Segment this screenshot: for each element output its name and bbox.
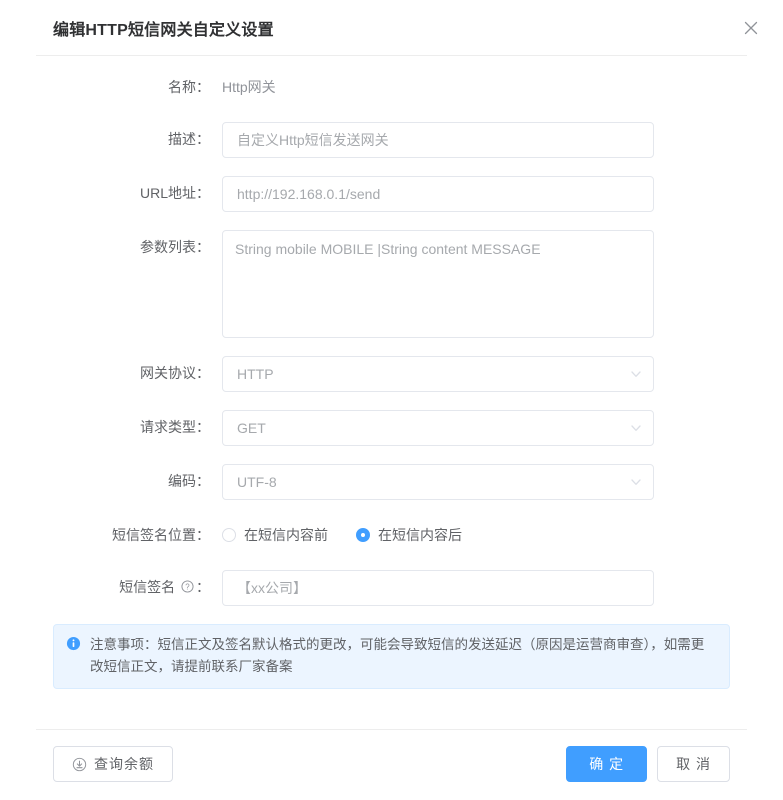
radio-signature-after[interactable]: 在短信内容后 xyxy=(356,525,462,545)
radio-signature-after-label: 在短信内容后 xyxy=(378,527,462,543)
close-icon xyxy=(744,21,758,35)
notice-alert: 注意事项：短信正文及签名默认格式的更改，可能会导致短信的发送延迟（原因是运营商审… xyxy=(53,624,730,689)
signature-label-colon: ： xyxy=(196,579,210,595)
description-control: 自定义Http短信发送网关 xyxy=(222,122,654,158)
radio-signature-before[interactable]: 在短信内容前 xyxy=(222,525,328,545)
signature-label: 短信签名 ? ： xyxy=(0,570,222,605)
page-title: 编辑HTTP短信网关自定义设置 xyxy=(53,21,274,39)
signature-position-control: 在短信内容前 在短信内容后 xyxy=(222,518,654,552)
url-label: URL地址： xyxy=(139,185,210,201)
url-control: http://192.168.0.1/send xyxy=(222,176,654,212)
chevron-down-icon xyxy=(629,475,643,489)
radio-circle-checked-icon xyxy=(356,528,370,542)
signature-control: 【xx公司】 xyxy=(222,570,654,606)
method-control: GET xyxy=(222,410,654,446)
params-control: String mobile MOBILE |String content MES… xyxy=(222,230,654,338)
form-row-description: 描述： 自定义Http短信发送网关 xyxy=(0,122,783,158)
form-row-signature: 短信签名 ? ： 【xx公司】 xyxy=(0,570,783,606)
method-select[interactable]: GET xyxy=(222,410,654,446)
download-circle-icon xyxy=(72,757,87,772)
chevron-down-icon xyxy=(629,367,643,381)
confirm-button[interactable]: 确 定 xyxy=(566,746,648,782)
signature-position-radio-group: 在短信内容前 在短信内容后 xyxy=(222,518,654,552)
svg-text:?: ? xyxy=(185,583,190,592)
dialog-body: 名称： Http网关 描述： 自定义Http短信发送网关 URL地址： http… xyxy=(0,56,783,729)
chevron-down-icon xyxy=(629,421,643,435)
description-input[interactable]: 自定义Http短信发送网关 xyxy=(222,122,654,158)
radio-signature-before-label: 在短信内容前 xyxy=(244,527,328,543)
help-circle-icon[interactable]: ? xyxy=(181,571,194,605)
dialog-footer: 查询余额 确 定 取 消 xyxy=(36,729,747,800)
form-row-protocol: 网关协议： HTTP xyxy=(0,356,783,392)
form-row-method: 请求类型： GET xyxy=(0,410,783,446)
method-label: 请求类型： xyxy=(140,419,210,435)
query-balance-button-label: 查询余额 xyxy=(94,756,154,772)
name-value-wrap: Http网关 xyxy=(222,70,654,104)
name-label: 名称： xyxy=(168,79,210,95)
description-label: 描述： xyxy=(168,131,210,147)
encoding-control: UTF-8 xyxy=(222,464,654,500)
protocol-label: 网关协议： xyxy=(140,365,210,381)
params-textarea[interactable]: String mobile MOBILE |String content MES… xyxy=(222,230,654,338)
method-select-value: GET xyxy=(237,420,266,436)
signature-position-label: 短信签名位置： xyxy=(112,527,210,543)
protocol-select[interactable]: HTTP xyxy=(222,356,654,392)
query-balance-button[interactable]: 查询余额 xyxy=(53,746,173,782)
form-row-signature-position: 短信签名位置： 在短信内容前 在短信内容后 xyxy=(0,518,783,552)
url-input[interactable]: http://192.168.0.1/send xyxy=(222,176,654,212)
notice-alert-text: 注意事项：短信正文及签名默认格式的更改，可能会导致短信的发送延迟（原因是运营商审… xyxy=(90,637,705,674)
edit-http-sms-gateway-dialog: 编辑HTTP短信网关自定义设置 名称： Http网关 描述： 自定义Http短信… xyxy=(0,0,783,800)
cancel-button[interactable]: 取 消 xyxy=(657,746,730,782)
dialog-header: 编辑HTTP短信网关自定义设置 xyxy=(0,0,783,55)
radio-circle-icon xyxy=(222,528,236,542)
form-row-url: URL地址： http://192.168.0.1/send xyxy=(0,176,783,212)
protocol-control: HTTP xyxy=(222,356,654,392)
name-value: Http网关 xyxy=(222,79,276,95)
signature-input[interactable]: 【xx公司】 xyxy=(222,570,654,606)
encoding-select[interactable]: UTF-8 xyxy=(222,464,654,500)
params-label: 参数列表： xyxy=(140,239,210,255)
form-row-name: 名称： Http网关 xyxy=(0,70,783,104)
form-row-encoding: 编码： UTF-8 xyxy=(0,464,783,500)
form-row-params: 参数列表： String mobile MOBILE |String conte… xyxy=(0,230,783,338)
close-button[interactable] xyxy=(739,16,763,40)
protocol-select-value: HTTP xyxy=(237,366,274,382)
footer-actions: 确 定 取 消 xyxy=(566,746,730,782)
encoding-label: 编码： xyxy=(168,473,210,489)
signature-label-text: 短信签名 xyxy=(119,579,179,595)
info-circle-icon xyxy=(66,636,82,651)
encoding-select-value: UTF-8 xyxy=(237,474,277,490)
